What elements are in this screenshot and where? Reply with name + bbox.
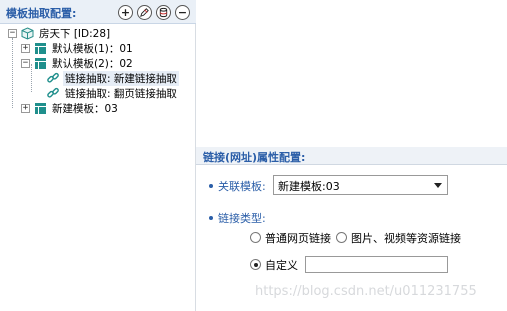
radio-normal-link[interactable] (250, 232, 261, 243)
template-select-value: 新建模板:03 (278, 180, 340, 193)
radio-custom-label: 自定义 (265, 259, 298, 272)
tree-panel-header: 模板抽取配置: + − (0, 0, 196, 24)
edit-icon (140, 8, 149, 17)
radio-normal-link-label: 普通网页链接 (265, 232, 331, 245)
remove-button[interactable]: − (175, 5, 190, 20)
collapse-toggle[interactable]: − (8, 28, 17, 38)
radio-resource-link[interactable] (336, 232, 347, 243)
template-icon (33, 41, 47, 55)
link-type-label: 链接类型: (218, 212, 266, 225)
link-icon (46, 86, 60, 100)
tree-node-template[interactable]: + 新建模板：03 (21, 100, 120, 116)
tree-node-label: 新建模板：03 (52, 102, 118, 115)
tree-node-label: 默认模板(2)：02 (52, 57, 133, 70)
dropdown-arrow-icon (434, 183, 442, 188)
expand-toggle[interactable]: + (21, 103, 30, 113)
tree-node-template[interactable]: − 默认模板(2)：02 (21, 55, 135, 71)
tree-guide-line (12, 38, 13, 108)
tree-node-link-extract[interactable]: 链接抽取: 新建链接抽取 (46, 70, 179, 86)
template-field-label: 关联模板: (218, 180, 266, 193)
tree-node-link-extract[interactable]: 链接抽取: 翻页链接抽取 (46, 85, 179, 101)
link-icon (46, 71, 60, 85)
watermark-text: https://blog.csdn.net/u011231755 (255, 284, 477, 299)
tree-node-label: 链接抽取: 翻页链接抽取 (65, 87, 177, 100)
tree-node-label: 默认模板(1)：01 (52, 42, 133, 55)
cube-icon (20, 26, 34, 40)
radio-custom[interactable] (250, 259, 261, 270)
tree-node-label: 房天下 [ID:28] (39, 27, 111, 40)
minus-icon: − (177, 6, 188, 19)
expand-toggle[interactable]: + (21, 43, 30, 53)
add-button[interactable]: + (118, 5, 133, 20)
template-select[interactable]: 新建模板:03 (273, 175, 448, 195)
template-icon (33, 56, 47, 70)
template-tree-panel: 模板抽取配置: + − − 房天下 [ID:28] + 默认模板(1)：01 −… (0, 0, 196, 311)
tree-node-template[interactable]: + 默认模板(1)：01 (21, 40, 135, 56)
bullet-icon (209, 184, 213, 188)
tree-node-label: 链接抽取: 新建链接抽取 (63, 70, 179, 86)
tree-node-root[interactable]: − 房天下 [ID:28] (8, 25, 112, 41)
database-icon (159, 7, 168, 18)
custom-link-input[interactable] (305, 256, 448, 273)
plus-icon: + (120, 6, 131, 19)
link-property-section-title: 链接(网址)属性配置: (196, 147, 507, 165)
database-button[interactable] (156, 5, 171, 20)
tree-panel-title: 模板抽取配置: (6, 7, 77, 20)
radio-resource-link-label: 图片、视频等资源链接 (351, 232, 461, 245)
collapse-toggle[interactable]: − (21, 58, 30, 68)
template-icon (33, 101, 47, 115)
edit-button[interactable] (137, 5, 152, 20)
bullet-icon (209, 216, 213, 220)
